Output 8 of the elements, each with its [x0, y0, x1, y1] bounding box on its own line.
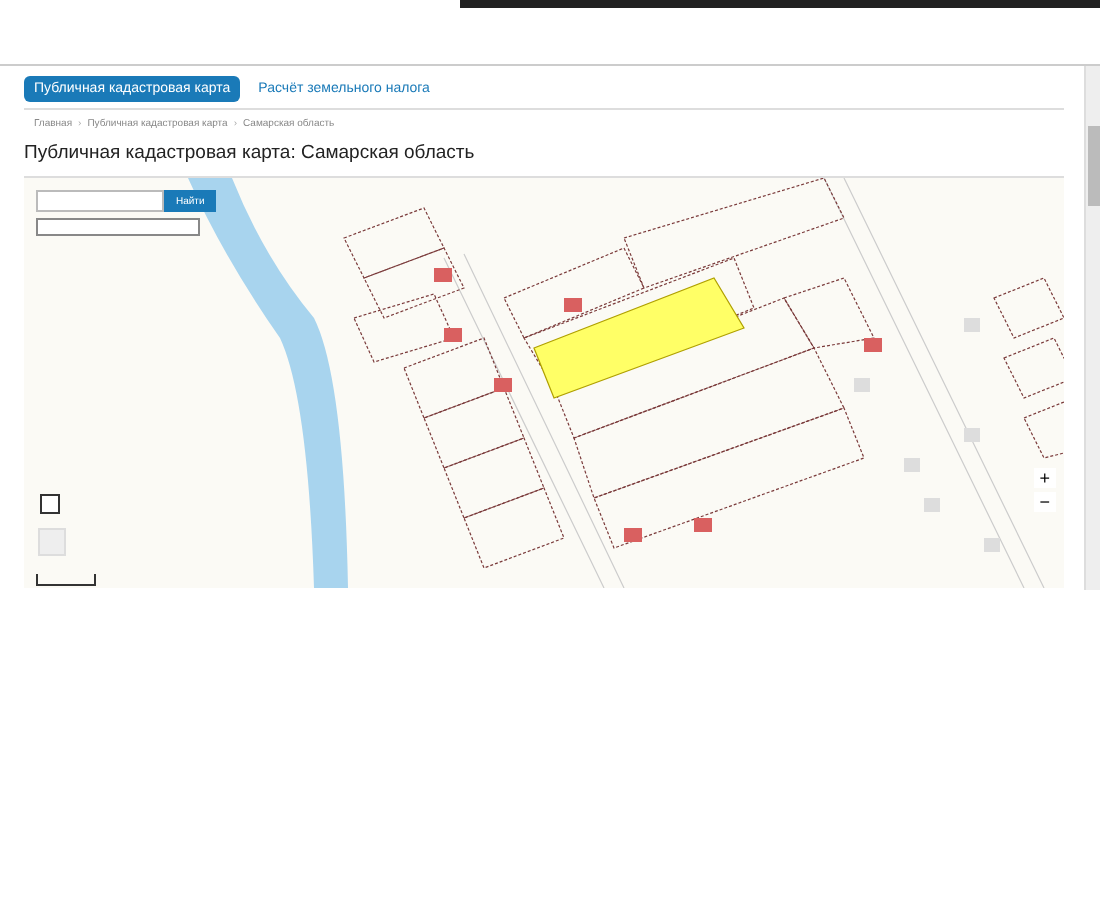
search-field[interactable]	[36, 190, 164, 212]
zoom-out-button[interactable]: −	[1033, 492, 1056, 512]
zoom-in-button[interactable]: +	[1033, 468, 1056, 488]
layer-dropdown[interactable]	[36, 218, 200, 236]
scrollbar[interactable]	[1084, 66, 1100, 590]
scale-bar	[36, 574, 96, 586]
fullscreen-icon[interactable]	[40, 494, 60, 514]
page-title: Публичная кадастровая карта: Самарская область	[24, 142, 477, 164]
